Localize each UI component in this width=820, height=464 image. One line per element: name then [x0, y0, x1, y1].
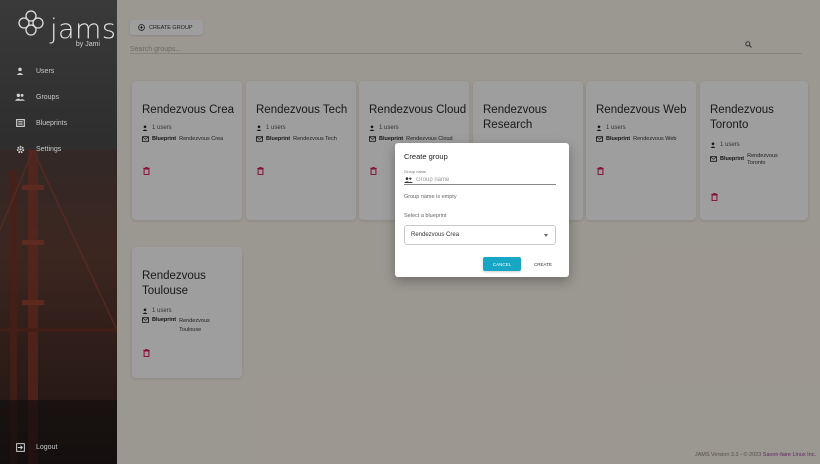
sidebar-item-label: Settings	[36, 145, 62, 153]
group-name-error: Group name is empty	[404, 194, 457, 200]
logout-label: Logout	[36, 443, 58, 451]
logout-button[interactable]: Logout	[0, 434, 117, 460]
jams-logo: jams by Jami	[18, 8, 116, 52]
sidebar-item-label: Groups	[36, 93, 59, 101]
group-name-label: Group name	[404, 169, 427, 174]
groups-icon	[14, 91, 26, 103]
sidebar-item-blueprints[interactable]: Blueprints	[0, 110, 117, 136]
group-name-input[interactable]	[416, 176, 546, 183]
sidebar-item-users[interactable]: Users	[0, 58, 117, 84]
dialog-title: Create group	[404, 152, 448, 161]
groups-icon	[404, 176, 413, 183]
sidebar-item-label: Users	[36, 67, 55, 75]
logout-section: Logout	[0, 434, 117, 460]
create-group-dialog: Create group Group name Group name is em…	[395, 143, 569, 277]
gear-icon	[14, 143, 26, 155]
sidebar-nav: Users Groups Blueprints Settings	[0, 58, 117, 162]
chevron-down-icon	[544, 234, 548, 237]
sidebar: jams by Jami Users Groups Blueprints Set…	[0, 0, 117, 464]
create-button[interactable]: CREATE	[528, 257, 558, 271]
cancel-button[interactable]: CANCEL	[483, 257, 521, 271]
user-icon	[14, 65, 26, 77]
group-name-field	[404, 175, 556, 185]
blueprint-icon	[14, 117, 26, 129]
logo-byline: by Jami	[75, 41, 100, 48]
blueprint-select-label: Select a blueprint	[404, 213, 447, 219]
sidebar-item-settings[interactable]: Settings	[0, 136, 117, 162]
sidebar-item-label: Blueprints	[36, 119, 68, 127]
blueprint-select-value: Rendezvous Crea	[411, 232, 460, 238]
blueprint-select[interactable]: Rendezvous Crea	[404, 225, 556, 245]
logout-icon	[14, 441, 26, 453]
sidebar-item-groups[interactable]: Groups	[0, 84, 117, 110]
jami-flower-icon	[18, 10, 44, 36]
